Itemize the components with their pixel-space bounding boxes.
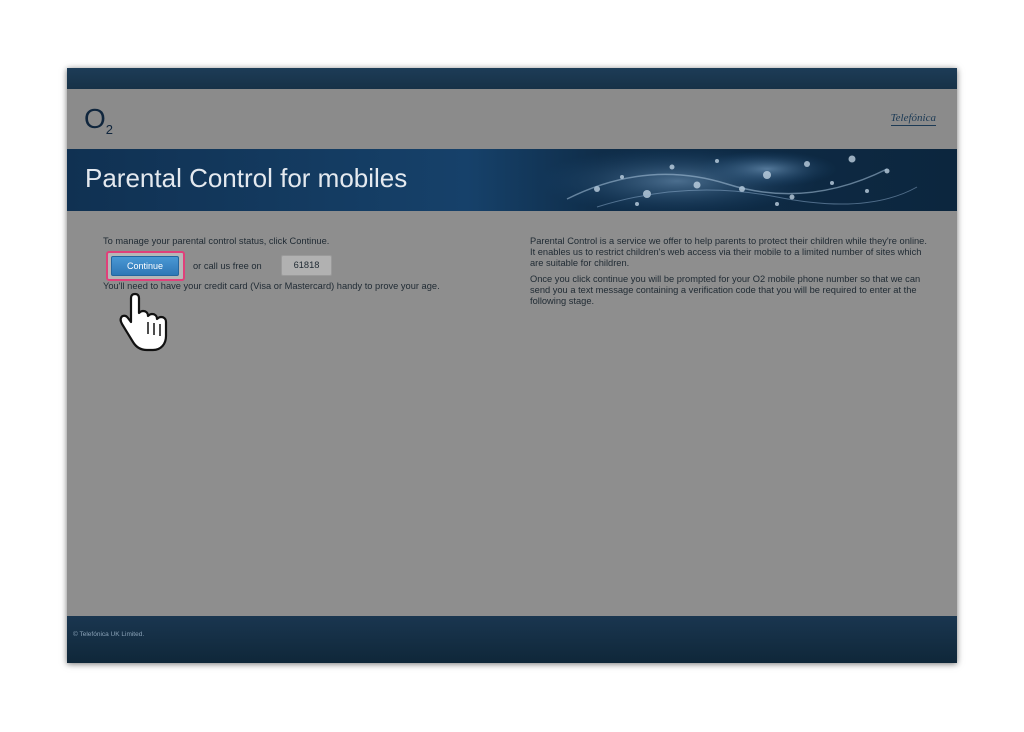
phone-number-box: 61818: [281, 255, 332, 276]
verification-description: Once you click continue you will be prom…: [530, 274, 921, 306]
o2-logo[interactable]: O2: [84, 103, 113, 137]
site-footer: © Telefónica UK Limited.: [67, 616, 957, 663]
page-banner: Parental Control for mobiles: [67, 149, 957, 211]
left-column: To manage your parental control status, …: [103, 236, 513, 292]
service-description: Parental Control is a service we offer t…: [530, 236, 927, 268]
telefonica-logo[interactable]: Telefónica: [890, 112, 936, 126]
site-header: O2 Telefónica: [67, 89, 957, 149]
page-title: Parental Control for mobiles: [85, 163, 408, 193]
action-row: Continue or call us free on 61818: [103, 251, 513, 287]
intro-text: To manage your parental control status, …: [103, 236, 330, 246]
water-splash-image: [537, 149, 918, 211]
right-column: Parental Control is a service we offer t…: [530, 236, 930, 307]
copyright-text: © Telefónica UK Limited.: [73, 631, 145, 638]
continue-button[interactable]: Continue: [111, 256, 179, 276]
browser-page: O2 Telefónica Parental Control for mobil…: [67, 68, 957, 663]
top-strip: [67, 68, 957, 89]
main-content: To manage your parental control status, …: [67, 211, 957, 616]
hand-pointer-cursor-icon: [119, 292, 168, 352]
call-text: or call us free on: [193, 261, 262, 271]
